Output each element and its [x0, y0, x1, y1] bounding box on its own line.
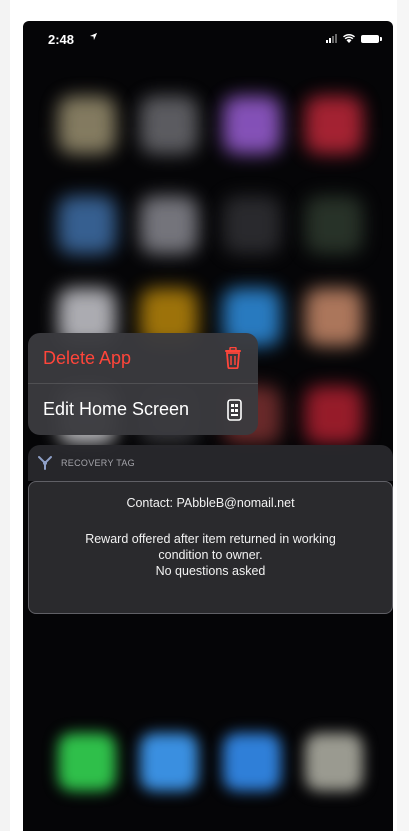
signal-bars-icon — [326, 34, 337, 43]
reward-line-1: Reward offered after item returned in wo… — [85, 532, 336, 546]
blurred-app-icon — [305, 386, 363, 444]
left-margin — [0, 0, 10, 831]
recovery-tag-icon — [38, 456, 52, 470]
blurred-app-icon — [305, 196, 363, 254]
dock-app-icon[interactable] — [140, 733, 198, 791]
dock-app-icon[interactable] — [223, 733, 281, 791]
blurred-app-icon — [140, 96, 198, 154]
blurred-app-icon — [223, 196, 281, 254]
recovery-tag-widget[interactable]: Contact: PAbbleB@nomail.net Reward offer… — [28, 481, 393, 614]
wifi-icon — [343, 34, 355, 43]
context-menu: Delete App Edit Home Screen — [28, 333, 258, 435]
blurred-app-icon — [58, 196, 116, 254]
blurred-app-icon — [305, 96, 363, 154]
status-bar: 2:48 — [23, 21, 393, 57]
dock-app-icon[interactable] — [58, 733, 116, 791]
blurred-app-icon — [305, 288, 363, 346]
phone-screen: 2:48 Delete App Edit Home Screen RECOVER… — [23, 21, 393, 831]
reward-line-3: No questions asked — [155, 564, 266, 578]
dock-app-icon[interactable] — [305, 733, 363, 791]
location-arrow-icon — [89, 32, 98, 44]
right-margin — [397, 0, 409, 831]
contact-text: Contact: PAbbleB@nomail.net — [126, 496, 295, 510]
widget-header: RECOVERY TAG — [28, 445, 393, 481]
phone-grid-icon — [227, 398, 242, 421]
reward-text: Reward offered after item returned in wo… — [45, 531, 376, 579]
trash-icon — [225, 347, 241, 369]
blurred-app-icon — [58, 96, 116, 154]
status-time: 2:48 — [48, 32, 75, 47]
edit-home-screen-label: Edit Home Screen — [43, 399, 190, 419]
delete-app-button[interactable]: Delete App — [28, 333, 258, 384]
delete-app-label: Delete App — [43, 347, 132, 368]
battery-icon — [361, 34, 382, 43]
edit-home-screen-button[interactable]: Edit Home Screen — [28, 384, 258, 435]
reward-line-2: condition to owner. — [158, 548, 263, 562]
status-icons — [326, 34, 382, 43]
blurred-app-icon — [223, 96, 281, 154]
blurred-app-icon — [140, 196, 198, 254]
widget-header-label: RECOVERY TAG — [61, 458, 135, 468]
